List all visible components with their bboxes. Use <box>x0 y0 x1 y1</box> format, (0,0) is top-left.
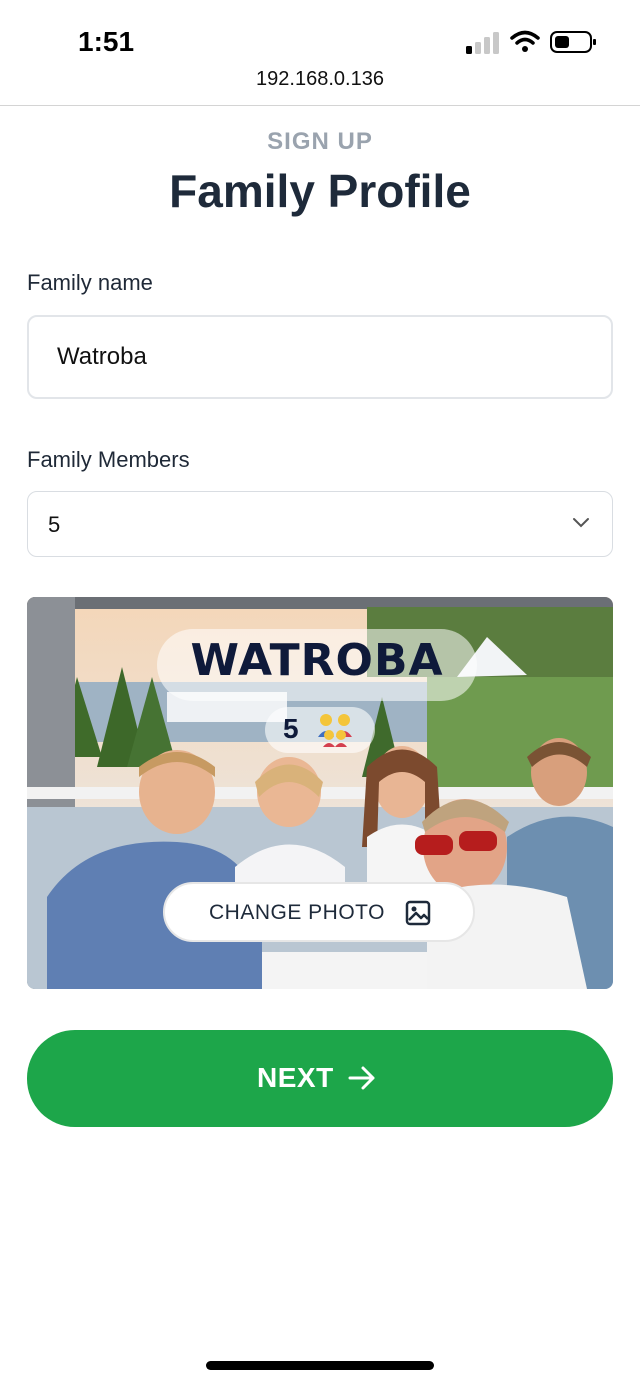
family-name-field[interactable] <box>27 315 613 399</box>
home-indicator <box>206 1361 434 1370</box>
next-button[interactable]: NEXT <box>27 1030 613 1127</box>
wifi-icon <box>510 30 540 52</box>
family-name-label: Family name <box>27 270 153 295</box>
change-photo-button[interactable]: CHANGE PHOTO <box>163 882 475 942</box>
next-label: NEXT <box>257 1062 334 1093</box>
page-title: Family Profile <box>169 165 471 217</box>
arrow-right-icon <box>348 1066 375 1090</box>
family-photo-card: WATROBA 5 CHANGE PHOTO <box>27 597 613 989</box>
browser-url-bar[interactable]: 192.168.0.136 <box>0 64 640 106</box>
status-bar: 1:51 <box>0 0 640 64</box>
family-name-input[interactable] <box>57 343 577 371</box>
page-eyebrow: SIGN UP <box>267 128 373 155</box>
family-members-select[interactable]: 5 <box>27 491 613 557</box>
change-photo-label: CHANGE PHOTO <box>209 901 385 924</box>
battery-icon <box>550 31 596 53</box>
family-title-overlay: WATROBA <box>190 635 444 686</box>
signal-icon <box>466 32 499 54</box>
family-icon <box>318 714 352 747</box>
url-text: 192.168.0.136 <box>256 68 384 90</box>
member-count-overlay: 5 <box>283 713 299 744</box>
family-members-label: Family Members <box>27 447 190 472</box>
chevron-down-icon <box>573 518 589 528</box>
status-time: 1:51 <box>78 26 135 57</box>
family-members-value: 5 <box>48 512 61 537</box>
image-icon <box>405 900 431 926</box>
